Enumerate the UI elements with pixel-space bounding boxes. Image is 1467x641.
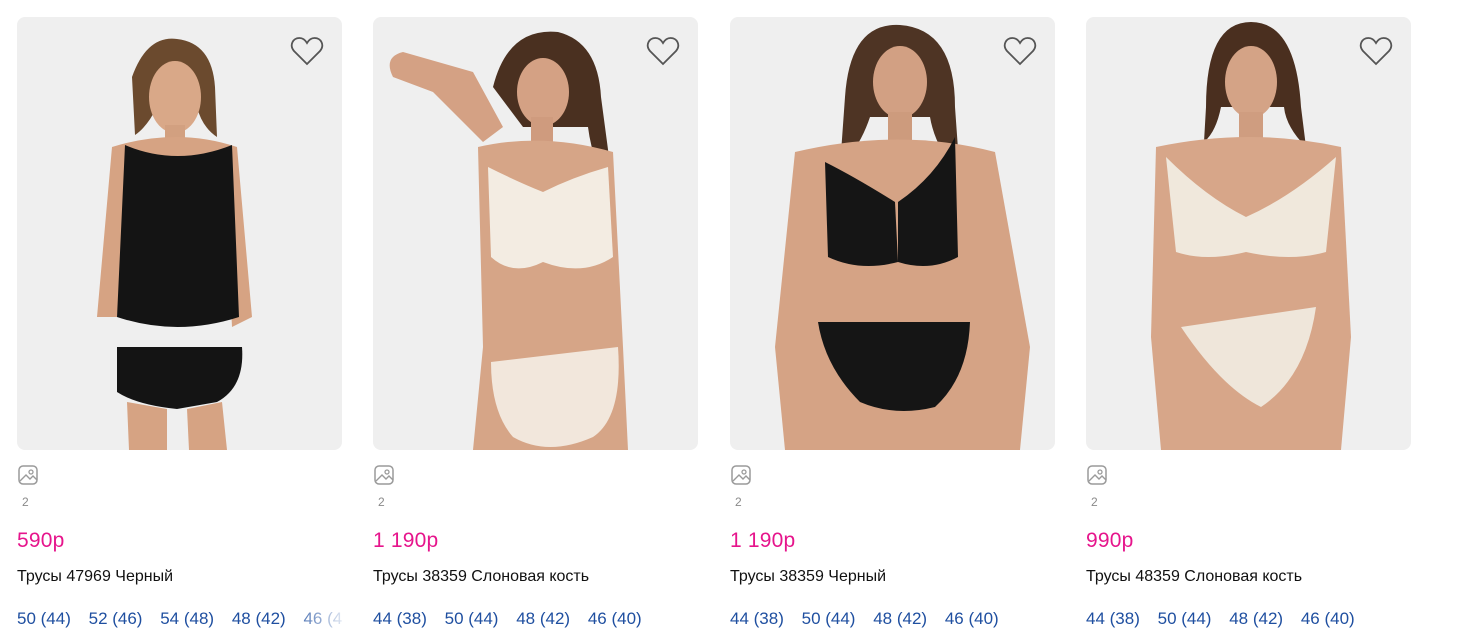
size-option[interactable]: 50 (44) (445, 609, 499, 628)
size-option[interactable]: 46 (40) (303, 609, 342, 628)
product-grid: 2 590р Трусы 47969 Черный 50 (44) 52 (46… (0, 0, 1467, 641)
size-option[interactable]: 44 (38) (1086, 609, 1140, 628)
heart-outline-icon[interactable] (646, 35, 680, 67)
size-list: 44 (38) 50 (44) 48 (42) 46 (40) (730, 608, 1055, 630)
image-gallery-icon (731, 465, 751, 485)
image-count: 2 (1091, 495, 1098, 509)
size-option[interactable]: 48 (42) (232, 609, 286, 628)
heart-outline-icon[interactable] (290, 35, 324, 67)
size-option[interactable]: 48 (42) (1229, 609, 1283, 628)
heart-outline-icon[interactable] (1003, 35, 1037, 67)
size-option[interactable]: 44 (38) (373, 609, 427, 628)
product-title[interactable]: Трусы 47969 Черный (17, 567, 342, 587)
model-photo (97, 38, 252, 450)
size-option[interactable]: 50 (44) (17, 609, 71, 628)
product-title[interactable]: Трусы 48359 Слоновая кость (1086, 567, 1411, 587)
image-count: 2 (735, 495, 742, 509)
model-photo (775, 24, 1030, 450)
image-gallery-icon (1087, 465, 1107, 485)
model-photo (389, 31, 628, 450)
product-photo[interactable] (373, 17, 698, 450)
product-card[interactable]: 2 1 190р Трусы 38359 Слоновая кость 44 (… (373, 17, 698, 630)
image-gallery-icon (374, 465, 394, 485)
size-option[interactable]: 52 (46) (89, 609, 143, 628)
size-option[interactable]: 48 (42) (873, 609, 927, 628)
image-gallery-icon (18, 465, 38, 485)
size-list: 44 (38) 50 (44) 48 (42) 46 (40) (1086, 608, 1411, 630)
size-option[interactable]: 54 (48) (160, 609, 214, 628)
product-photo[interactable] (730, 17, 1055, 450)
size-option[interactable]: 46 (40) (945, 609, 999, 628)
model-photo (1151, 22, 1351, 450)
size-option[interactable]: 46 (40) (1301, 609, 1355, 628)
product-card[interactable]: 2 590р Трусы 47969 Черный 50 (44) 52 (46… (17, 17, 342, 630)
product-photo[interactable] (1086, 17, 1411, 450)
image-count: 2 (22, 495, 29, 509)
product-price: 590р (17, 529, 65, 552)
product-price: 1 190р (373, 529, 439, 552)
image-count: 2 (378, 495, 385, 509)
product-card[interactable]: 2 1 190р Трусы 38359 Черный 44 (38) 50 (… (730, 17, 1055, 630)
product-photo[interactable] (17, 17, 342, 450)
size-option[interactable]: 50 (44) (1158, 609, 1212, 628)
product-price: 1 190р (730, 529, 796, 552)
product-title[interactable]: Трусы 38359 Черный (730, 567, 1055, 587)
size-list: 50 (44) 52 (46) 54 (48) 48 (42) 46 (40) (17, 608, 342, 630)
size-option[interactable]: 50 (44) (802, 609, 856, 628)
size-option[interactable]: 48 (42) (516, 609, 570, 628)
size-option[interactable]: 44 (38) (730, 609, 784, 628)
heart-outline-icon[interactable] (1359, 35, 1393, 67)
product-card[interactable]: 2 990р Трусы 48359 Слоновая кость 44 (38… (1086, 17, 1411, 630)
size-list: 44 (38) 50 (44) 48 (42) 46 (40) (373, 608, 698, 630)
product-title[interactable]: Трусы 38359 Слоновая кость (373, 567, 698, 587)
size-option[interactable]: 46 (40) (588, 609, 642, 628)
product-price: 990р (1086, 529, 1134, 552)
